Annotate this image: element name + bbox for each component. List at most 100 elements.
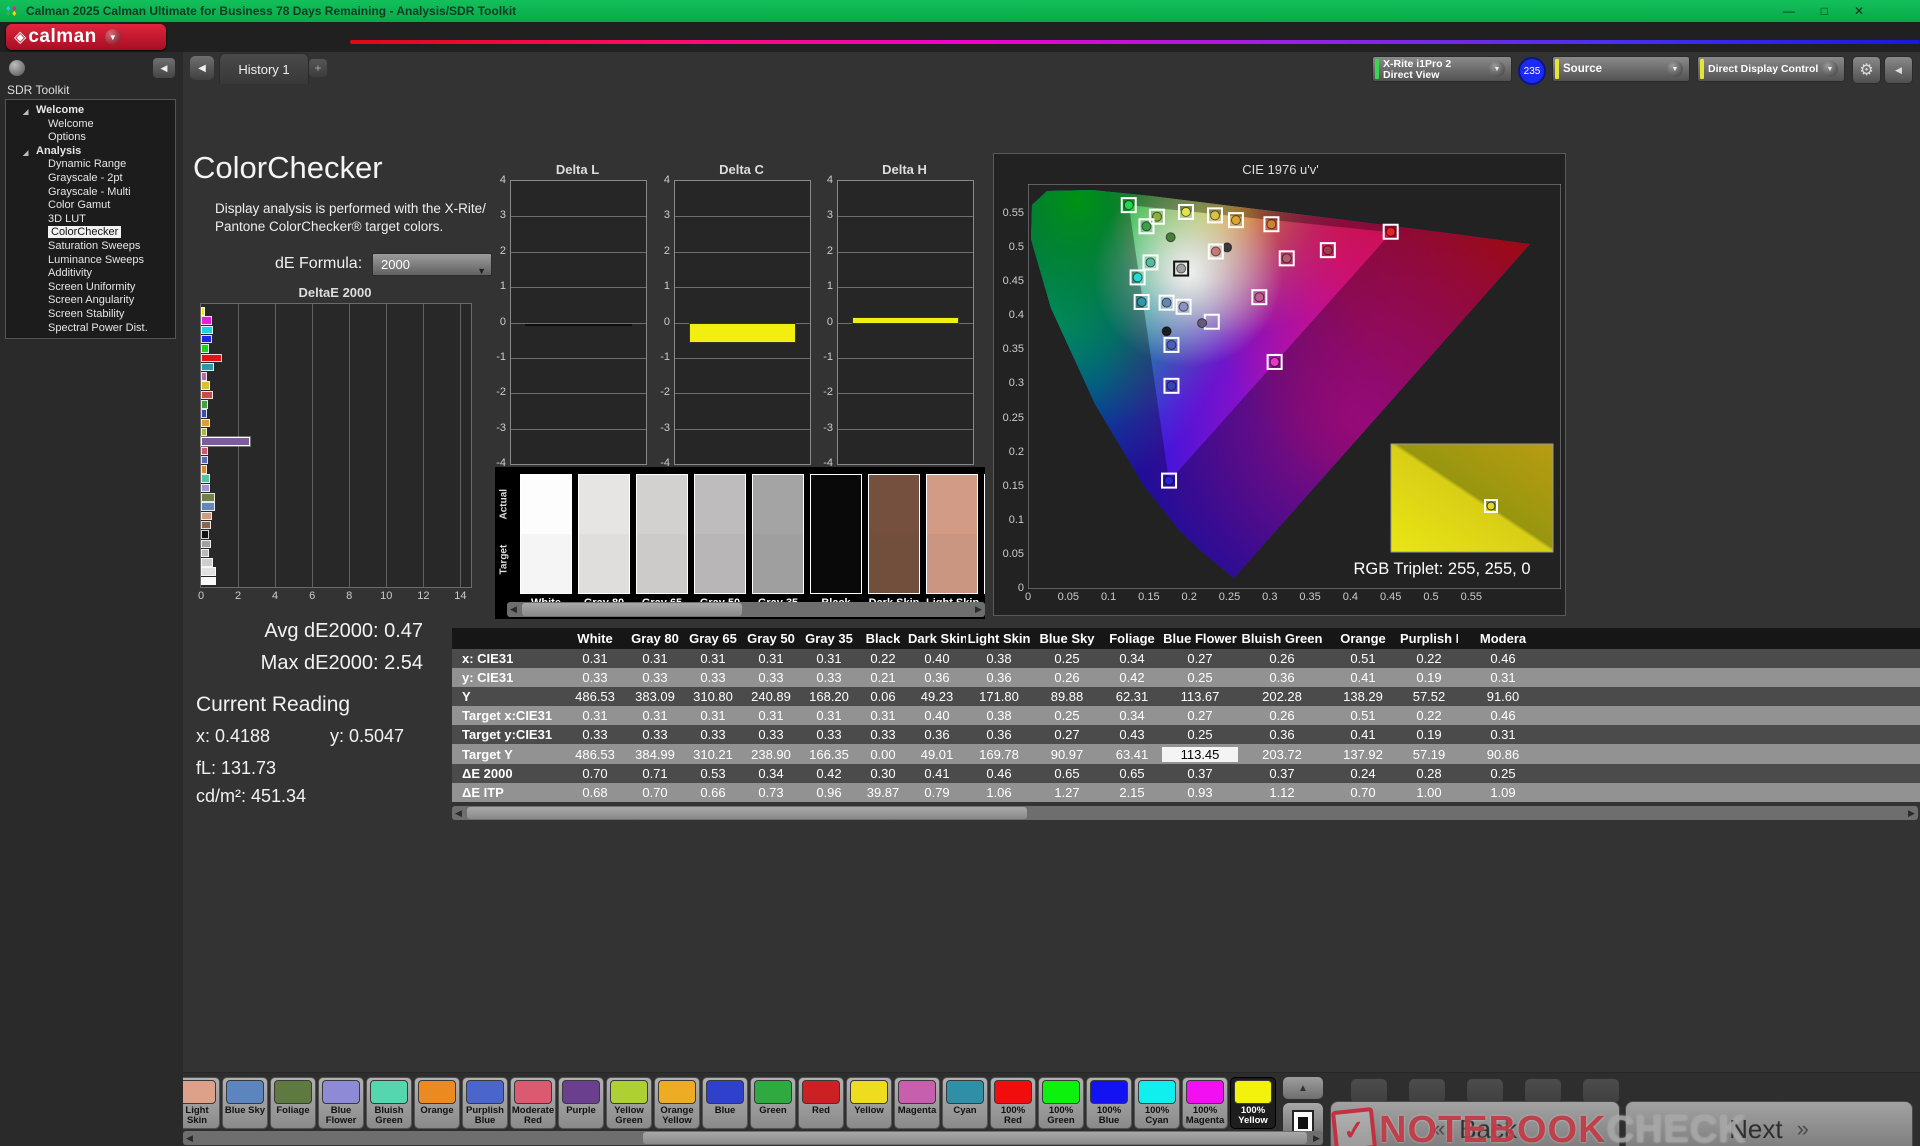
- settings-button[interactable]: ⚙: [1852, 56, 1881, 84]
- tab-history-1[interactable]: History 1: [219, 53, 309, 84]
- sidebar-item-grayscale-multi[interactable]: Grayscale - Multi: [6, 186, 175, 200]
- calman-menu-button[interactable]: ◈ calman ▼: [6, 24, 166, 50]
- sidebar-item-analysis[interactable]: ◢ Analysis: [6, 145, 175, 159]
- sidebar-item-saturation-sweeps[interactable]: Saturation Sweeps: [6, 240, 175, 254]
- tab-back-button[interactable]: ◀: [190, 56, 214, 80]
- meter-count-badge[interactable]: 235: [1518, 57, 1546, 85]
- pattern-bar-expand-button[interactable]: ▲: [1283, 1077, 1323, 1099]
- pattern-button-bluish-green[interactable]: Bluish Green: [366, 1077, 412, 1129]
- pin-button[interactable]: [9, 60, 25, 76]
- chevron-down-icon[interactable]: ▼: [1822, 61, 1838, 77]
- pattern-button-moderate-red[interactable]: Moderate Red: [510, 1077, 556, 1129]
- cie-chromaticity-chart: [1028, 184, 1561, 589]
- pattern-button-100%-cyan[interactable]: 100% Cyan: [1134, 1077, 1180, 1129]
- display-control-dropdown[interactable]: Direct Display Control ▼: [1697, 56, 1845, 82]
- sidebar-item-welcome[interactable]: Welcome: [6, 118, 175, 132]
- table-cell: 383.09: [635, 689, 675, 705]
- chevron-down-icon[interactable]: ▼: [104, 29, 121, 45]
- scroll-right-icon[interactable]: ▶: [1905, 806, 1918, 820]
- pattern-button-blue-sky[interactable]: Blue Sky: [222, 1077, 268, 1129]
- pattern-button-label: Blue Flower: [325, 1105, 357, 1126]
- chevron-down-icon[interactable]: ▼: [1667, 61, 1683, 77]
- pattern-button-red[interactable]: Red: [798, 1077, 844, 1129]
- max-de-readout: Max dE2000: 2.54: [260, 652, 423, 674]
- table-cell: 1.12: [1269, 784, 1295, 800]
- sidebar-item-colorchecker[interactable]: ColorChecker: [6, 226, 175, 240]
- deltae-bar-cyan: [201, 362, 215, 372]
- scrollbar-handle[interactable]: [522, 603, 742, 616]
- minimize-icon[interactable]: —: [1783, 4, 1795, 18]
- deltae-bar-100%-yellow: [201, 307, 205, 316]
- de-formula-select[interactable]: 2000 ▼: [372, 253, 492, 276]
- pattern-button-orange-yellow[interactable]: Orange Yellow: [654, 1077, 700, 1129]
- sidebar-item-screen-stability[interactable]: Screen Stability: [6, 308, 175, 322]
- sidebar-item-options[interactable]: Options: [6, 131, 175, 145]
- ghost-button[interactable]: [1351, 1079, 1387, 1103]
- pattern-button-cyan[interactable]: Cyan: [942, 1077, 988, 1129]
- table-cell: 57.52: [1412, 689, 1446, 705]
- sidebar-item-luminance-sweeps[interactable]: Luminance Sweeps: [6, 254, 175, 268]
- table-row-target-y-cie31: Target y:CIE31 0.33 0.33 0.33 0.33 0.33 0.33 0.…: [452, 725, 1920, 745]
- scrollbar-handle[interactable]: [467, 807, 1027, 819]
- table-cell: 0.46: [1490, 708, 1516, 724]
- panel-collapse-button[interactable]: ◀: [1884, 56, 1913, 84]
- close-icon[interactable]: ✕: [1854, 4, 1864, 18]
- scroll-left-icon[interactable]: ◀: [183, 1131, 196, 1145]
- next-button[interactable]: Next »: [1625, 1101, 1913, 1146]
- ghost-button[interactable]: [1467, 1079, 1503, 1103]
- sidebar-item-screen-angularity[interactable]: Screen Angularity: [6, 294, 175, 308]
- add-tab-button[interactable]: +: [309, 59, 327, 77]
- pattern-button-100%-magenta[interactable]: 100% Magenta: [1182, 1077, 1228, 1129]
- table-cell: 0.68: [582, 784, 608, 800]
- pattern-button-purplish-blue[interactable]: Purplish Blue: [462, 1077, 508, 1129]
- x-tick-label: 0.1: [1100, 591, 1117, 603]
- pattern-button-100%-green[interactable]: 100% Green: [1038, 1077, 1084, 1129]
- sidebar-collapse-button[interactable]: ◀: [153, 58, 175, 78]
- scroll-right-icon[interactable]: ▶: [972, 602, 985, 617]
- pattern-button-yellow-green[interactable]: Yellow Green: [606, 1077, 652, 1129]
- pattern-button-100%-red[interactable]: 100% Red: [990, 1077, 1036, 1129]
- scrollbar-handle[interactable]: [643, 1132, 1307, 1144]
- pattern-button-100%-blue[interactable]: 100% Blue: [1086, 1077, 1132, 1129]
- ghost-button[interactable]: [1409, 1079, 1445, 1103]
- chevron-down-icon[interactable]: ▼: [1489, 61, 1505, 77]
- back-button[interactable]: « Back: [1330, 1101, 1620, 1146]
- meter-dropdown[interactable]: X-Rite i1Pro 2 Direct View ▼: [1372, 56, 1512, 82]
- sidebar-item-color-gamut[interactable]: Color Gamut: [6, 199, 175, 213]
- pattern-button-green[interactable]: Green: [750, 1077, 796, 1129]
- sidebar-item-grayscale-2pt[interactable]: Grayscale - 2pt: [6, 172, 175, 186]
- pattern-button-orange[interactable]: Orange: [414, 1077, 460, 1129]
- sidebar: ◀ SDR Toolkit ◢ Welcome Welcome Options ◢ Ana…: [0, 52, 184, 1146]
- table-cell: 0.31: [582, 708, 608, 724]
- maximize-icon[interactable]: □: [1821, 4, 1828, 18]
- measured-point: [1141, 221, 1152, 232]
- source-dropdown[interactable]: Source ▼: [1552, 56, 1690, 82]
- chart-plot: [674, 180, 811, 465]
- sidebar-item-3d-lut[interactable]: 3D LUT: [6, 213, 175, 227]
- pattern-button-purple[interactable]: Purple: [558, 1077, 604, 1129]
- y-tick-label: 1: [499, 280, 506, 293]
- table-scrollbar[interactable]: ◀ ▶: [452, 806, 1918, 820]
- scroll-left-icon[interactable]: ◀: [452, 806, 465, 820]
- pattern-button-light-skin[interactable]: Light Skin: [183, 1077, 220, 1129]
- pattern-button-100%-yellow[interactable]: 100% Yellow: [1230, 1077, 1276, 1129]
- pattern-button-yellow[interactable]: Yellow: [846, 1077, 892, 1129]
- scroll-left-icon[interactable]: ◀: [507, 602, 520, 617]
- selected-cell[interactable]: 113.45: [1162, 746, 1238, 762]
- ghost-button[interactable]: [1525, 1079, 1561, 1103]
- deltae-bar-100%-red: [201, 353, 222, 362]
- scroll-right-icon[interactable]: ▶: [1310, 1131, 1323, 1145]
- sidebar-item-welcome[interactable]: ◢ Welcome: [6, 104, 175, 118]
- sidebar-item-dynamic-range[interactable]: Dynamic Range: [6, 158, 175, 172]
- pattern-button-foliage[interactable]: Foliage: [270, 1077, 316, 1129]
- pattern-button-blue[interactable]: Blue: [702, 1077, 748, 1129]
- sidebar-item-spectral-power-dist[interactable]: Spectral Power Dist.: [6, 322, 175, 336]
- table-cell: 0.51: [1350, 651, 1376, 667]
- patch-strip-scrollbar[interactable]: ◀ ▶: [507, 602, 985, 617]
- sidebar-item-screen-uniformity[interactable]: Screen Uniformity: [6, 281, 175, 295]
- pattern-button-magenta[interactable]: Magenta: [894, 1077, 940, 1129]
- pattern-button-blue-flower[interactable]: Blue Flower: [318, 1077, 364, 1129]
- ghost-button[interactable]: [1583, 1079, 1619, 1103]
- sidebar-item-additivity[interactable]: Additivity: [6, 267, 175, 281]
- pattern-bar-scrollbar[interactable]: ◀ ▶: [183, 1131, 1323, 1145]
